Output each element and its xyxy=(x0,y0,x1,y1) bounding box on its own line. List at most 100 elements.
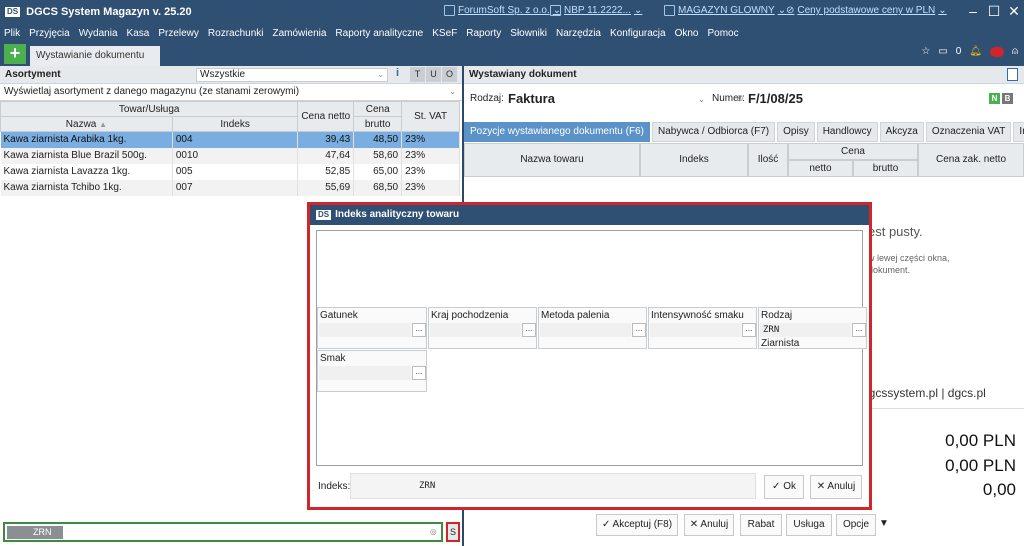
badge-n[interactable]: N xyxy=(989,93,1000,104)
col-item-qty[interactable]: Ilość xyxy=(748,143,788,177)
menu-zamowienia[interactable]: Zamówienia xyxy=(273,28,327,39)
star-icon[interactable]: ☆ xyxy=(921,46,930,57)
tab-descriptions[interactable]: Opisy xyxy=(777,122,815,142)
filter-u-button[interactable]: U xyxy=(426,67,441,82)
cancel-button[interactable]: ✕ Anuluj xyxy=(684,514,734,536)
empty-list-text: est pusty. xyxy=(868,224,923,239)
table-row[interactable]: Kawa ziarnista Arabika 1kg. 004 39,43 48… xyxy=(0,131,460,148)
col-vat[interactable]: St. VAT xyxy=(401,101,460,132)
field-type: Rodzaj ZRN ... Ziarnista xyxy=(758,307,867,349)
menu-wydania[interactable]: Wydania xyxy=(79,28,118,39)
col-net-price[interactable]: Cena netto xyxy=(297,101,355,132)
tab-buyer[interactable]: Nabywca / Odbiorca (F7) xyxy=(651,122,776,142)
field-roast-input[interactable] xyxy=(540,323,631,337)
rate-selector[interactable]: NBP 11.2222... ⌄ xyxy=(550,5,642,16)
assortment-filter-select[interactable]: Wszystkie ⌄ xyxy=(196,68,388,82)
menu-rozrachunki[interactable]: Rozrachunki xyxy=(208,28,264,39)
menu-ksef[interactable]: KSeF xyxy=(432,28,457,39)
field-intensity-input[interactable] xyxy=(650,323,741,337)
tab-document-issue[interactable]: Wystawianie dokumentu xyxy=(30,46,160,66)
filter-t-button[interactable]: T xyxy=(410,67,425,82)
tab-items[interactable]: Pozycje wystawianego dokumentu (F6) xyxy=(464,122,650,142)
menu-plik[interactable]: Plik xyxy=(4,28,20,39)
monitor-icon[interactable]: ▭ xyxy=(938,46,947,57)
col-name[interactable]: Nazwa ▲ xyxy=(0,116,173,132)
menu-raporty[interactable]: Raporty xyxy=(466,28,501,39)
menu-raporty-analityczne[interactable]: Raporty analityczne xyxy=(335,28,423,39)
close-icon[interactable]: ✕ xyxy=(1006,3,1022,20)
table-row[interactable]: Kawa ziarnista Lavazza 1kg. 005 52,85 65… xyxy=(0,163,460,180)
col-item-purchase[interactable]: Cena zak. netto xyxy=(918,143,1024,177)
dialog-cancel-button[interactable]: ✕ Anuluj xyxy=(810,475,862,499)
menu-konfiguracja[interactable]: Konfiguracja xyxy=(610,28,666,39)
tab-vat-marks[interactable]: Oznaczenia VAT xyxy=(925,122,1012,142)
col-item-gross[interactable]: brutto xyxy=(853,160,918,177)
field-taste-picker-button[interactable]: ... xyxy=(412,366,426,380)
more-options-button[interactable]: ▼ xyxy=(878,514,890,536)
options-button[interactable]: Opcje xyxy=(836,514,876,536)
assortment-search-input[interactable]: ZRN ⊚ xyxy=(3,522,443,542)
cell-gross: 48,50 xyxy=(353,131,403,148)
document-icon[interactable] xyxy=(1007,68,1018,81)
title-bar: DS DGCS System Magazyn v. 25.20 ForumSoft… xyxy=(0,0,1024,24)
user-icon[interactable]: ⍝ xyxy=(1012,46,1018,57)
table-row[interactable]: Kawa ziarnista Tchibo 1kg. 007 55,69 68,… xyxy=(0,179,460,196)
table-row[interactable]: Kawa ziarnista Blue Brazil 500g. 0010 47… xyxy=(0,147,460,164)
col-gross-price[interactable]: brutto xyxy=(353,116,403,132)
ok-button[interactable]: ✓ Ok xyxy=(764,475,804,499)
cell-net: 55,69 xyxy=(297,179,355,196)
menu-kasa[interactable]: Kasa xyxy=(127,28,150,39)
chevron-down-icon: ⌄ xyxy=(377,70,384,79)
price-selector[interactable]: ⊘ Ceny podstawowe ceny w PLN ⌄ xyxy=(786,5,947,16)
search-options-icon[interactable]: ⊚ xyxy=(429,527,437,538)
dialog-title-bar: DS Indeks analityczny towaru xyxy=(310,205,869,225)
field-origin-picker-button[interactable]: ... xyxy=(522,323,536,337)
s-button[interactable]: S xyxy=(446,522,460,542)
col-item-index[interactable]: Indeks xyxy=(640,143,748,177)
tab-excise[interactable]: Akcyza xyxy=(879,122,924,142)
number-value: F/1/08/25 xyxy=(748,91,803,106)
col-item-net[interactable]: netto xyxy=(788,160,853,177)
company-selector[interactable]: ForumSoft Sp. z o.o. ⌄ xyxy=(444,5,561,16)
col-index[interactable]: Indeks xyxy=(171,116,299,132)
add-document-button[interactable]: + xyxy=(4,44,26,64)
discount-button[interactable]: Rabat xyxy=(740,514,782,536)
service-button[interactable]: Usługa xyxy=(786,514,832,536)
warehouse-selector[interactable]: MAGAZYN GLOWNY ⌄ xyxy=(664,5,786,16)
menu-przelewy[interactable]: Przelewy xyxy=(158,28,199,39)
tab-intrastat[interactable]: Intrastat xyxy=(1013,122,1024,142)
field-roast-picker-button[interactable]: ... xyxy=(632,323,646,337)
stock-filter-select[interactable]: Wyświetlaj asortyment z danego magazynu … xyxy=(0,84,462,101)
alert-icon[interactable] xyxy=(990,46,1004,57)
field-type-input[interactable]: ZRN xyxy=(760,323,851,337)
field-species-label: Gatunek xyxy=(320,310,358,321)
gear-icon[interactable]: ⊚ xyxy=(736,93,744,104)
col-item-name[interactable]: Nazwa towaru xyxy=(464,143,640,177)
document-title: Wystawiany dokument xyxy=(469,69,577,80)
empty-hint-line-1: w lewej części okna, xyxy=(868,253,950,263)
field-intensity-picker-button[interactable]: ... xyxy=(742,323,756,337)
info-icon[interactable]: i xyxy=(396,67,399,79)
filter-o-button[interactable]: O xyxy=(442,67,457,82)
menu-slowniki[interactable]: Słowniki xyxy=(510,28,547,39)
chevron-down-icon[interactable]: ⌄ xyxy=(698,95,705,104)
field-type-picker-button[interactable]: ... xyxy=(852,323,866,337)
minimize-icon[interactable]: – xyxy=(965,3,981,19)
tab-sellers[interactable]: Handlowcy xyxy=(816,122,878,142)
bell-icon[interactable]: 🔔︎ xyxy=(969,46,982,57)
field-origin-input[interactable] xyxy=(430,323,521,337)
menu-przyjecia[interactable]: Przyjęcia xyxy=(29,28,70,39)
field-species-picker-button[interactable]: ... xyxy=(412,323,426,337)
field-species-input[interactable] xyxy=(319,323,411,337)
badge-b[interactable]: B xyxy=(1002,93,1013,104)
link-icon: ⊘ xyxy=(786,5,795,16)
maximize-icon[interactable]: ☐ xyxy=(986,3,1002,20)
type-value[interactable]: Faktura xyxy=(508,91,555,106)
cell-index: 005 xyxy=(172,163,299,180)
field-taste-input[interactable] xyxy=(319,366,411,380)
accept-button[interactable]: ✓ Akceptuj (F8) xyxy=(596,514,678,536)
menu-okno[interactable]: Okno xyxy=(675,28,699,39)
assortment-title: Asortyment xyxy=(5,69,61,80)
menu-pomoc[interactable]: Pomoc xyxy=(708,28,739,39)
menu-narzedzia[interactable]: Narzędzia xyxy=(556,28,601,39)
